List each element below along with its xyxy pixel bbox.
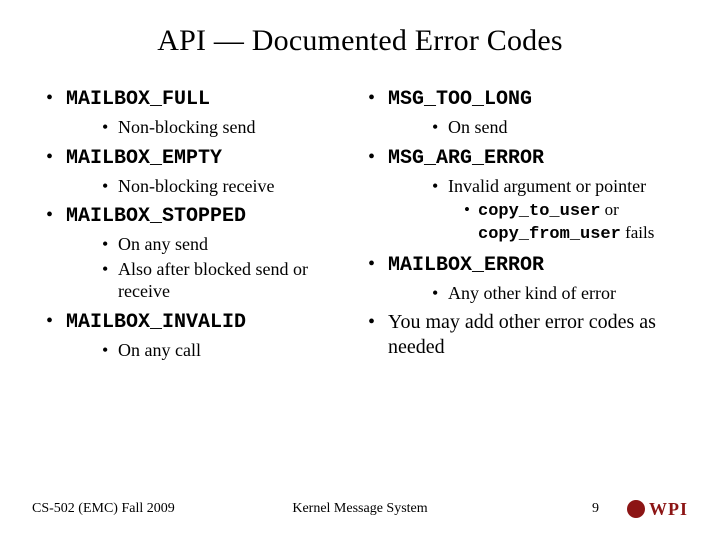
item-mailbox-full: MAILBOX_FULL Non-blocking send [44, 86, 356, 139]
code-label: MAILBOX_FULL [66, 88, 210, 111]
left-column: MAILBOX_FULL Non-blocking send MAILBOX_E… [44, 86, 356, 367]
page-number: 9 [592, 501, 599, 517]
text-inline: or [600, 200, 618, 219]
code-inline: copy_from_user [478, 225, 621, 244]
code-label: MAILBOX_INVALID [66, 311, 246, 334]
sub-list: Non-blocking send [66, 116, 356, 139]
sub-item: On any call [102, 339, 356, 362]
sub-sub-list: copy_to_user or copy_from_user fails [448, 199, 676, 246]
sub-item-text: Invalid argument or pointer [448, 176, 646, 196]
sub-item: Any other kind of error [432, 282, 676, 305]
item-mailbox-empty: MAILBOX_EMPTY Non-blocking receive [44, 145, 356, 198]
sub-list: On send [388, 116, 676, 139]
right-column: MSG_TOO_LONG On send MSG_ARG_ERROR Inval… [364, 86, 676, 367]
sub-item: Also after blocked send or receive [102, 258, 356, 303]
sub-item: Non-blocking receive [102, 175, 356, 198]
code-inline: copy_to_user [478, 202, 600, 221]
left-list: MAILBOX_FULL Non-blocking send MAILBOX_E… [44, 86, 356, 361]
code-label: MAILBOX_EMPTY [66, 147, 222, 170]
footer-right: 9 WPI [592, 499, 688, 520]
wpi-seal-icon [627, 500, 645, 518]
sub-item: Invalid argument or pointer copy_to_user… [432, 175, 676, 246]
code-label: MSG_TOO_LONG [388, 88, 532, 111]
code-label: MAILBOX_ERROR [388, 254, 544, 277]
wpi-logo: WPI [627, 499, 688, 520]
right-list: MSG_TOO_LONG On send MSG_ARG_ERROR Inval… [364, 86, 676, 360]
sub-list: Any other kind of error [388, 282, 676, 305]
sub-list: Invalid argument or pointer copy_to_user… [388, 175, 676, 246]
slide-title: API — Documented Error Codes [44, 24, 676, 58]
slide-footer: CS-502 (EMC) Fall 2009 Kernel Message Sy… [0, 496, 720, 522]
item-msg-too-long: MSG_TOO_LONG On send [364, 86, 676, 139]
item-mailbox-stopped: MAILBOX_STOPPED On any send Also after b… [44, 203, 356, 303]
code-label: MAILBOX_STOPPED [66, 205, 246, 228]
footer-left: CS-502 (EMC) Fall 2009 [32, 501, 175, 517]
sub-sub-item: copy_to_user or copy_from_user fails [464, 199, 676, 246]
wpi-text: WPI [649, 499, 688, 520]
sub-item: Non-blocking send [102, 116, 356, 139]
item-msg-arg-error: MSG_ARG_ERROR Invalid argument or pointe… [364, 145, 676, 246]
item-extra-note: You may add other error codes as needed [364, 310, 676, 360]
slide: API — Documented Error Codes MAILBOX_FUL… [0, 0, 720, 540]
content-columns: MAILBOX_FULL Non-blocking send MAILBOX_E… [44, 86, 676, 367]
footer-center: Kernel Message System [292, 501, 427, 517]
item-mailbox-invalid: MAILBOX_INVALID On any call [44, 309, 356, 362]
item-mailbox-error: MAILBOX_ERROR Any other kind of error [364, 252, 676, 305]
sub-list: Non-blocking receive [66, 175, 356, 198]
sub-item: On send [432, 116, 676, 139]
code-label: MSG_ARG_ERROR [388, 147, 544, 170]
text-inline: fails [621, 223, 655, 242]
sub-list: On any call [66, 339, 356, 362]
sub-item: On any send [102, 233, 356, 256]
sub-list: On any send Also after blocked send or r… [66, 233, 356, 303]
